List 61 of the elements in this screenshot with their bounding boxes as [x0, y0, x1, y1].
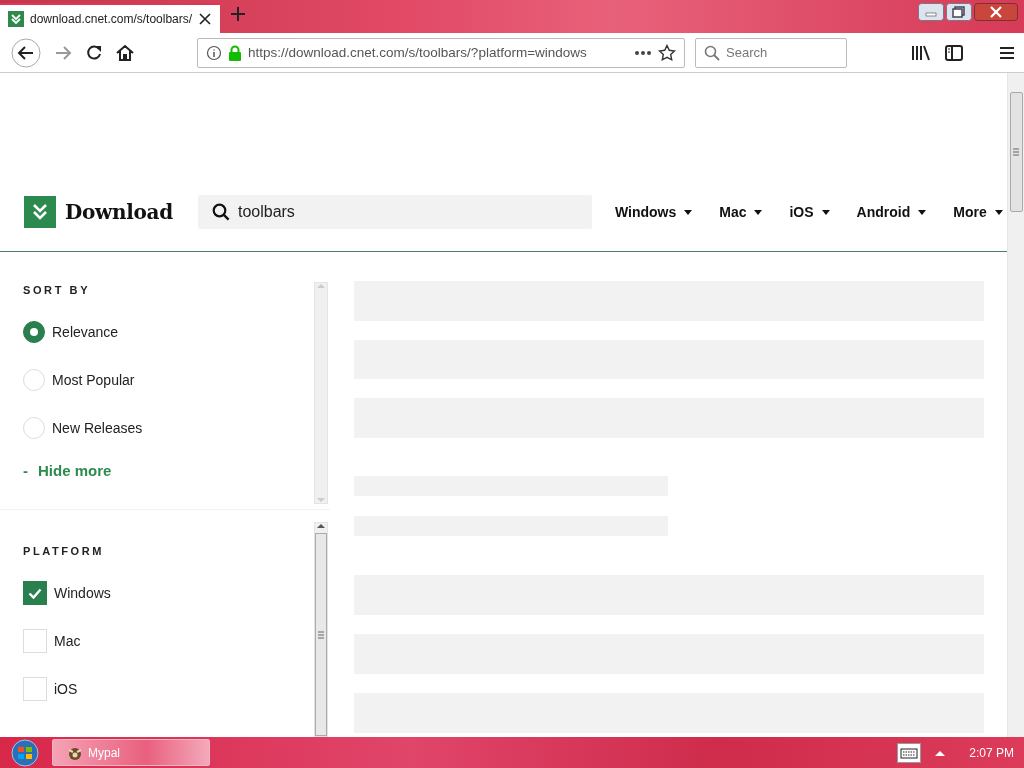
more-icon[interactable] [634, 49, 652, 56]
url-text: https://download.cnet.com/s/toolbars/?platform=windows [248, 45, 588, 60]
section-heading: SORT BY [23, 284, 92, 296]
option-label[interactable]: iOS [54, 681, 78, 697]
logo-icon[interactable] [24, 196, 56, 228]
search-icon [211, 203, 230, 221]
nav-menu[interactable]: Windows [614, 204, 693, 220]
minimize-icon[interactable] [918, 3, 944, 21]
nav-menu[interactable]: Android [856, 204, 927, 220]
scrollbar[interactable] [314, 522, 328, 737]
section-heading: PLATFORM [23, 545, 106, 557]
nav-menu[interactable]: Mac [719, 204, 763, 220]
nav-menu[interactable]: iOS [789, 204, 830, 220]
home-icon[interactable] [115, 42, 135, 63]
start-button[interactable] [8, 738, 42, 767]
tab-title: download.cnet.com/s/toolbars/ [30, 12, 192, 26]
browser-tab[interactable]: download.cnet.com/s/toolbars/ [0, 3, 220, 33]
sidebar-icon[interactable] [945, 44, 963, 61]
radio-button[interactable] [23, 321, 45, 343]
search-field[interactable]: Search [726, 38, 838, 67]
keyboard-icon[interactable] [897, 742, 922, 763]
option-label[interactable]: Most Popular [52, 372, 135, 388]
star-icon[interactable] [658, 43, 676, 62]
option-label[interactable]: New Releases [52, 420, 143, 436]
caret-icon [684, 209, 693, 215]
close-icon[interactable] [198, 12, 212, 26]
scroll-down-icon [317, 497, 325, 503]
reload-icon[interactable] [85, 43, 103, 62]
scroll-up-icon [317, 283, 325, 289]
new-tab-icon[interactable] [230, 6, 246, 22]
library-icon[interactable] [911, 43, 931, 62]
scroll-up-icon [317, 523, 325, 529]
hide-more-link[interactable]: Hide more [38, 462, 112, 479]
grip-icon [1013, 148, 1019, 156]
checkbox[interactable] [23, 581, 47, 605]
menu-icon[interactable] [999, 45, 1015, 60]
search-box[interactable]: Search [695, 37, 847, 68]
tray-arrow-icon[interactable] [935, 749, 946, 756]
grip-icon [318, 630, 324, 639]
check-icon [28, 587, 42, 599]
info-icon [206, 44, 222, 61]
clock[interactable]: 2:07 PM [969, 745, 1014, 760]
padlock-icon [228, 44, 242, 61]
nav-menu[interactable]: More [953, 204, 1003, 220]
option-label[interactable]: Windows [54, 585, 111, 601]
address-bar[interactable]: https://download.cnet.com/s/toolbars/?platform=windows [197, 37, 685, 68]
caret-icon [994, 209, 1003, 215]
close-icon[interactable] [974, 3, 1018, 21]
scrollbar[interactable] [1007, 73, 1024, 737]
scrollbar[interactable] [314, 282, 328, 504]
minus-sign: - [23, 462, 28, 479]
page-favicon [8, 11, 24, 27]
search-icon [704, 44, 720, 61]
caret-icon [754, 209, 763, 215]
option-label[interactable]: Relevance [52, 324, 119, 340]
back-icon[interactable] [11, 37, 41, 68]
site-logo[interactable]: Download [65, 200, 173, 224]
option-label[interactable]: Mac [54, 633, 81, 649]
caret-icon [918, 209, 927, 215]
restore-icon[interactable] [946, 3, 972, 21]
caret-icon [821, 209, 830, 215]
